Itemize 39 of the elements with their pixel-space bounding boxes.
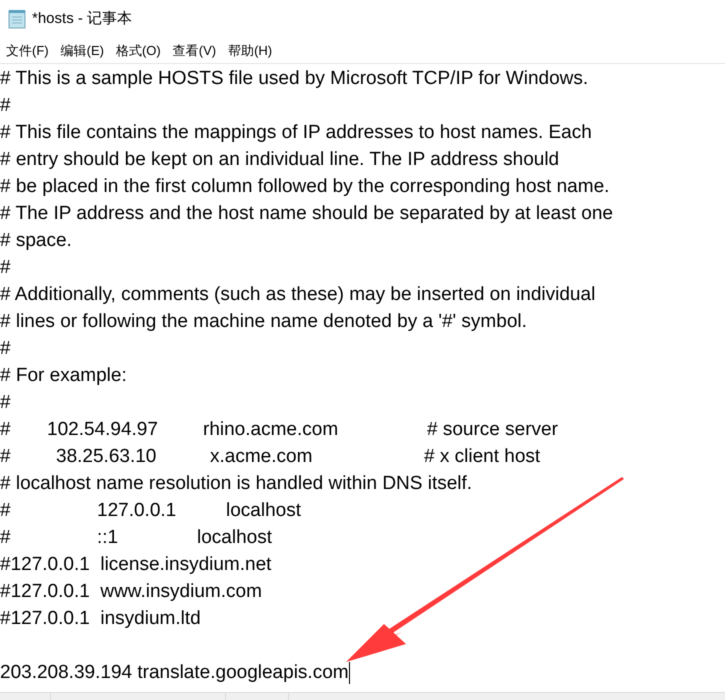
menu-item[interactable]: 格式(O) xyxy=(114,40,162,60)
line-text: # xyxy=(0,337,11,361)
menu-item[interactable]: 帮助(H) xyxy=(227,40,274,60)
line-text: 38.25.63.10 xyxy=(55,445,158,469)
line-text: # xyxy=(0,526,12,550)
line-text: 102.54.94.97 xyxy=(47,418,159,442)
line-text: #127.0.0.1 www.insydium.com xyxy=(0,580,262,604)
line-text: # xyxy=(0,391,11,415)
line-text: # Additionally, comments (such as these) may be inserted on individual xyxy=(0,283,596,307)
line-text: # lines or following the machine name denoted by a '#' symbol. xyxy=(0,310,527,334)
line-text: rhino.acme.com xyxy=(203,418,340,442)
line-text: # xyxy=(0,445,12,469)
line-text: # This file contains the mappings of IP addresses to host names. Each xyxy=(0,121,592,145)
window-title: *hosts - 记事本 xyxy=(32,8,132,29)
line-text: # localhost name resolution is handled within DNS itself. xyxy=(0,472,472,496)
line-text: 203.208.39.194 translate.googleapis.com xyxy=(0,661,349,685)
menu-item[interactable]: 查看(V) xyxy=(172,40,218,60)
line-text: # The IP address and the host name should be separated by at least one xyxy=(0,202,614,226)
line-text: # space. xyxy=(0,229,72,253)
line-text: # This is a sample HOSTS file used by Microsoft TCP/IP for Windows. xyxy=(0,67,588,91)
line-text: # entry should be kept on an individual line. The IP address should xyxy=(0,148,560,172)
line-text: #127.0.0.1 insydium.ltd xyxy=(0,607,201,631)
line-text: # xyxy=(0,499,12,523)
line-text: # x client host xyxy=(424,445,540,469)
menu-item[interactable]: 文件(F) xyxy=(5,40,50,60)
line-text: ::1 xyxy=(96,526,120,550)
line-text: # be placed in the first column followed by the corresponding host name. xyxy=(0,175,610,199)
line-text: 127.0.0.1 xyxy=(96,499,178,523)
line-text: x.acme.com xyxy=(210,445,314,469)
line-text: localhost xyxy=(226,499,301,523)
line-text: # source server xyxy=(427,418,558,442)
line-text: #127.0.0.1 license.insydium.net xyxy=(0,553,272,577)
notepad-icon xyxy=(8,9,26,29)
line-text: localhost xyxy=(197,526,272,550)
line-text: # For example: xyxy=(0,364,127,388)
line-text: # xyxy=(0,418,12,442)
menu-item[interactable]: 编辑(E) xyxy=(60,40,105,60)
line-text: # xyxy=(0,94,11,118)
line-text: # xyxy=(0,256,11,280)
